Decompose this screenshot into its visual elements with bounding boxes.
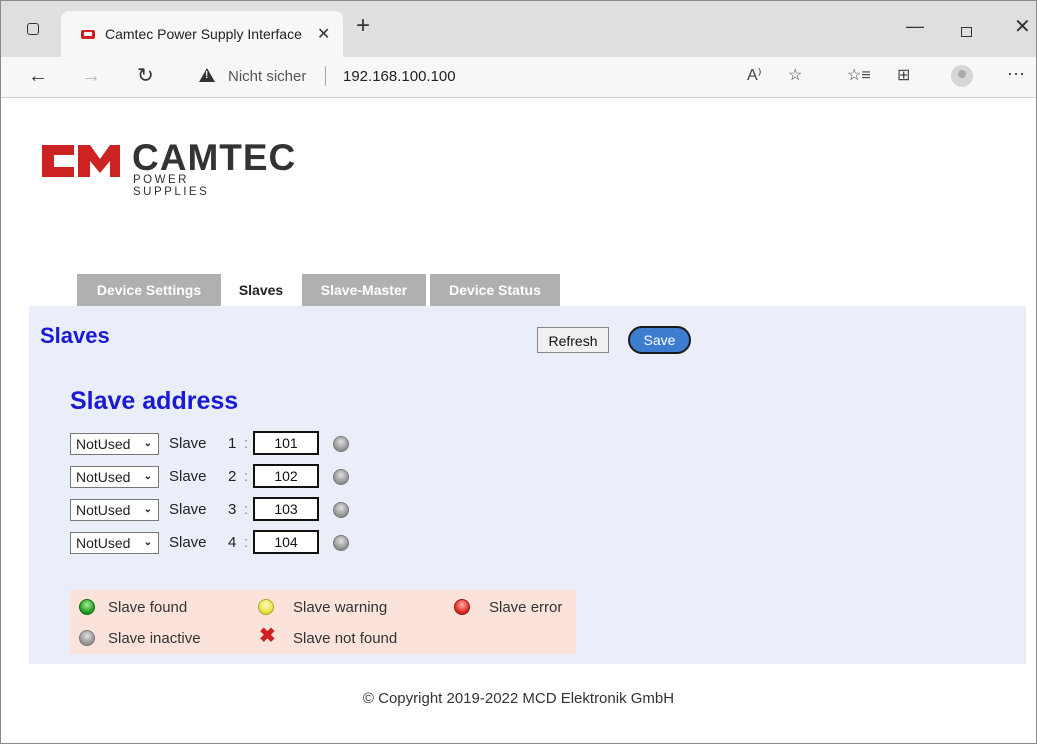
status-led-icon: [333, 535, 349, 551]
slave-mode-select[interactable]: NotUsed ⌄: [70, 499, 159, 521]
collections-icon[interactable]: ⊞: [897, 65, 910, 85]
chevron-down-icon: ⌄: [143, 504, 152, 515]
slave-colon: :: [244, 501, 249, 518]
slave-label: Slave: [169, 534, 207, 551]
slave-number: 3: [228, 501, 237, 518]
legend-warning-label: Slave warning: [293, 599, 388, 616]
slave-number: 4: [228, 534, 237, 551]
status-led-icon: [333, 436, 349, 452]
legend-inactive-label: Slave inactive: [108, 630, 201, 647]
slave-mode-select[interactable]: NotUsed ⌄: [70, 532, 159, 554]
refresh-button[interactable]: Refresh: [537, 327, 609, 353]
url-separator: [325, 66, 326, 86]
page-title: Slaves: [40, 323, 110, 348]
tab-device-settings[interactable]: Device Settings: [77, 274, 221, 306]
slave-address-input[interactable]: 104: [253, 530, 319, 554]
slave-number: 1: [228, 435, 237, 452]
chevron-down-icon: ⌄: [143, 537, 152, 548]
red-led-icon: [454, 599, 470, 615]
address-bar[interactable]: Nicht sicher 192.168.100.100: [177, 60, 827, 93]
save-button[interactable]: Save: [628, 326, 691, 354]
legend-not-found-label: Slave not found: [293, 630, 398, 647]
logo-name: CAMTEC: [132, 137, 297, 178]
status-legend: Slave found Slave warning Slave error Sl…: [70, 590, 576, 654]
footer-copyright: © Copyright 2019-2022 MCD Elektronik Gmb…: [362, 690, 675, 707]
slave-address-input[interactable]: 102: [253, 464, 319, 488]
camtec-favicon-icon: [81, 30, 95, 39]
status-led-icon: [333, 469, 349, 485]
slave-label: Slave: [169, 435, 207, 452]
slave-mode-value: NotUsed: [76, 469, 131, 485]
chevron-down-icon: ⌄: [143, 438, 152, 449]
url-text[interactable]: 192.168.100.100: [343, 68, 456, 85]
title-bar: Camtec Power Supply Interface ✕ + — ✕: [1, 1, 1036, 57]
camtec-logo-mark-icon: [42, 145, 120, 177]
slave-colon: :: [244, 435, 249, 452]
legend-found-label: Slave found: [108, 599, 188, 616]
tab-close-icon[interactable]: ✕: [317, 24, 330, 44]
slave-mode-select[interactable]: NotUsed ⌄: [70, 433, 159, 455]
tab-slave-master[interactable]: Slave-Master: [302, 274, 426, 306]
red-x-icon: ✖: [259, 625, 276, 647]
slave-label: Slave: [169, 468, 207, 485]
slave-mode-value: NotUsed: [76, 502, 131, 518]
profile-icon[interactable]: [951, 65, 973, 87]
tab-title: Camtec Power Supply Interface: [105, 26, 302, 42]
reload-icon[interactable]: ↻: [137, 63, 154, 88]
slave-colon: :: [244, 468, 249, 485]
slave-label: Slave: [169, 501, 207, 518]
favorite-add-icon[interactable]: ☆: [788, 65, 802, 85]
green-led-icon: [79, 599, 95, 615]
gray-led-icon: [79, 630, 95, 646]
logo-subtitle: POWER SUPPLIES: [133, 174, 210, 198]
slave-address-input[interactable]: 101: [253, 431, 319, 455]
slave-mode-select[interactable]: NotUsed ⌄: [70, 466, 159, 488]
browser-tab[interactable]: Camtec Power Supply Interface ✕: [61, 11, 343, 57]
section-title: Slave address: [70, 387, 239, 415]
more-icon[interactable]: ···: [1007, 63, 1025, 84]
forward-icon: →: [81, 65, 101, 87]
slave-number: 2: [228, 468, 237, 485]
back-icon[interactable]: ←: [28, 65, 48, 88]
favorites-icon[interactable]: ☆≡: [847, 65, 871, 85]
chevron-down-icon: ⌄: [143, 471, 152, 482]
window-close-icon[interactable]: ✕: [1014, 17, 1031, 37]
slave-mode-value: NotUsed: [76, 436, 131, 452]
security-label[interactable]: Nicht sicher: [228, 68, 306, 85]
slave-colon: :: [244, 534, 249, 551]
slave-address-input[interactable]: 103: [253, 497, 319, 521]
maximize-icon[interactable]: [961, 27, 972, 37]
minimize-icon[interactable]: —: [906, 16, 924, 37]
warning-icon: [199, 68, 215, 82]
slave-mode-value: NotUsed: [76, 535, 131, 551]
new-tab-button[interactable]: +: [356, 14, 370, 38]
tab-device-status[interactable]: Device Status: [430, 274, 560, 306]
navigation-bar: ← → ↻ Nicht sicher 192.168.100.100 A⁾ ☆ …: [1, 57, 1036, 98]
sidebar-toggle-icon[interactable]: [27, 23, 39, 35]
yellow-led-icon: [258, 599, 274, 615]
status-led-icon: [333, 502, 349, 518]
read-aloud-icon[interactable]: A⁾: [747, 65, 762, 85]
legend-error-label: Slave error: [489, 599, 563, 616]
tab-slaves[interactable]: Slaves: [225, 274, 297, 306]
